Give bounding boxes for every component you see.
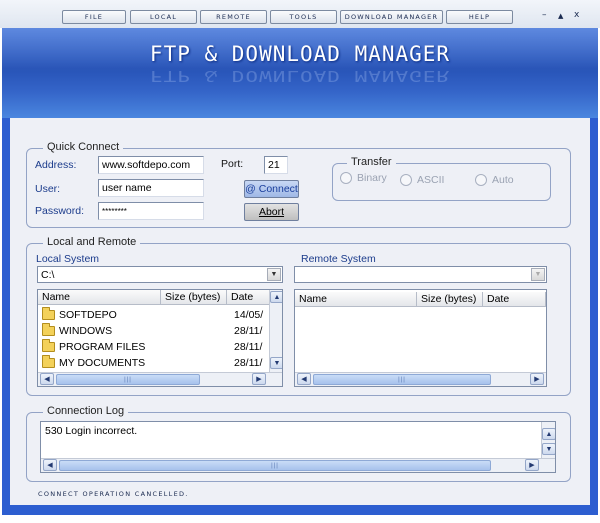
menu-local[interactable]: LOCAL xyxy=(130,10,197,24)
file-name: PROGRAM FILES xyxy=(59,341,146,353)
transfer-title: Transfer xyxy=(347,156,396,168)
local-horizontal-scrollbar[interactable]: ◀ ||| ▶ xyxy=(38,372,282,386)
app-title-reflection: FTP & DOWNLOAD MANAGER xyxy=(149,67,451,85)
connect-button[interactable]: @ Connect xyxy=(244,180,299,198)
user-input[interactable]: user name xyxy=(98,179,204,197)
address-label: Address: xyxy=(35,159,77,171)
maximize-icon[interactable]: ▲ xyxy=(558,12,563,20)
remote-system-title: Remote System xyxy=(301,253,376,265)
menu-remote[interactable]: REMOTE xyxy=(200,10,267,24)
folder-icon xyxy=(42,339,55,352)
file-date: 14/05/ xyxy=(234,309,264,321)
local-file-list: Name Size (bytes) Date SOFTDEPO 14/05/ W… xyxy=(37,289,283,387)
remote-col-size[interactable]: Size (bytes) xyxy=(417,292,483,307)
close-icon[interactable]: x xyxy=(574,10,579,20)
local-path-value: C:\ xyxy=(41,269,55,281)
header-banner: FTP & DOWNLOAD MANAGER FTP & DOWNLOAD MA… xyxy=(2,28,598,118)
scroll-right-icon[interactable]: ▶ xyxy=(252,373,266,385)
file-date: 28/11/ xyxy=(234,325,263,337)
menu-file[interactable]: FILE xyxy=(62,10,126,24)
remote-col-date[interactable]: Date xyxy=(483,292,546,307)
status-bar: CONNECT OPERATION CANCELLED. xyxy=(38,490,189,498)
folder-icon xyxy=(42,323,55,336)
file-date: 28/11/ xyxy=(234,341,263,353)
quick-connect-title: Quick Connect xyxy=(43,141,124,153)
connection-log-title: Connection Log xyxy=(43,405,129,417)
address-input[interactable]: www.softdepo.com xyxy=(98,156,204,174)
radio-auto-circle xyxy=(475,174,487,186)
log-line: 530 Login incorrect. xyxy=(45,425,138,437)
file-date: 28/11/ xyxy=(234,357,263,369)
port-input[interactable]: 21 xyxy=(264,156,288,174)
scroll-down-icon[interactable]: ▼ xyxy=(542,443,555,455)
remote-horizontal-scrollbar[interactable]: ◀ ||| ▶ xyxy=(295,372,546,386)
scroll-thumb[interactable]: ||| xyxy=(59,460,491,471)
file-name: MY DOCUMENTS xyxy=(59,357,146,369)
scroll-up-icon[interactable]: ▲ xyxy=(270,291,282,303)
local-path-combo[interactable]: C:\ ▼ xyxy=(37,266,283,283)
port-label: Port: xyxy=(221,158,244,170)
list-item[interactable]: WINDOWS 28/11/ xyxy=(38,323,270,339)
scroll-thumb[interactable]: ||| xyxy=(313,374,491,385)
remote-col-name[interactable]: Name xyxy=(295,292,417,307)
connection-log-textarea[interactable]: 530 Login incorrect. ▲ ▼ ◀ ||| ▶ xyxy=(40,421,556,473)
folder-icon xyxy=(42,355,55,368)
scroll-left-icon[interactable]: ◀ xyxy=(43,459,57,471)
bottom-edge xyxy=(2,515,598,523)
scroll-left-icon[interactable]: ◀ xyxy=(297,373,311,385)
user-label: User: xyxy=(35,183,61,195)
scroll-left-icon[interactable]: ◀ xyxy=(40,373,54,385)
local-col-date[interactable]: Date xyxy=(227,290,270,305)
app-title: FTP & DOWNLOAD MANAGER xyxy=(149,42,451,66)
list-item[interactable]: PROGRAM FILES 28/11/ xyxy=(38,339,270,355)
radio-binary-circle xyxy=(340,172,352,184)
scroll-thumb[interactable]: ||| xyxy=(56,374,200,385)
remote-path-combo[interactable]: ▼ xyxy=(294,266,547,283)
list-item[interactable]: SOFTDEPO 14/05/ xyxy=(38,307,270,323)
bottom-border xyxy=(2,505,598,515)
log-horizontal-scrollbar[interactable]: ◀ ||| ▶ xyxy=(41,458,555,472)
file-name: SOFTDEPO xyxy=(59,309,117,321)
radio-ascii-label: ASCII xyxy=(417,174,445,186)
radio-auto[interactable]: Auto xyxy=(475,174,514,186)
password-label: Password: xyxy=(35,205,85,217)
radio-binary[interactable]: Binary xyxy=(340,172,387,184)
radio-ascii-circle xyxy=(400,174,412,186)
password-input[interactable]: ******** xyxy=(98,202,204,220)
scroll-down-icon[interactable]: ▼ xyxy=(270,357,282,369)
radio-auto-label: Auto xyxy=(492,174,514,186)
radio-ascii[interactable]: ASCII xyxy=(400,174,444,186)
menu-download-manager[interactable]: DOWNLOAD MANAGER xyxy=(340,10,443,24)
local-col-name[interactable]: Name xyxy=(38,290,161,305)
abort-button[interactable]: Abort xyxy=(244,203,299,221)
local-system-title: Local System xyxy=(36,253,100,265)
scroll-up-icon[interactable]: ▲ xyxy=(542,428,555,440)
log-vertical-scrollbar[interactable]: ▲ ▼ xyxy=(541,422,555,458)
remote-file-list: Name Size (bytes) Date ◀ ||| ▶ xyxy=(294,289,547,387)
file-name: WINDOWS xyxy=(59,325,113,337)
scroll-right-icon[interactable]: ▶ xyxy=(525,459,539,471)
local-remote-title: Local and Remote xyxy=(43,236,141,248)
folder-icon xyxy=(42,307,55,320)
local-vertical-scrollbar[interactable]: ▲ ▼ xyxy=(269,290,282,372)
menu-help[interactable]: HELP xyxy=(446,10,513,24)
menu-bar: FILE LOCAL REMOTE TOOLS DOWNLOAD MANAGER… xyxy=(0,0,600,28)
chevron-down-icon[interactable]: ▼ xyxy=(267,268,281,281)
minimize-icon[interactable]: – xyxy=(542,10,547,20)
menu-tools[interactable]: TOOLS xyxy=(270,10,337,24)
list-item[interactable]: MY DOCUMENTS 28/11/ xyxy=(38,355,270,371)
scroll-right-icon[interactable]: ▶ xyxy=(530,373,544,385)
chevron-down-icon[interactable]: ▼ xyxy=(531,268,545,281)
local-col-size[interactable]: Size (bytes) xyxy=(161,290,227,305)
radio-binary-label: Binary xyxy=(357,172,387,184)
